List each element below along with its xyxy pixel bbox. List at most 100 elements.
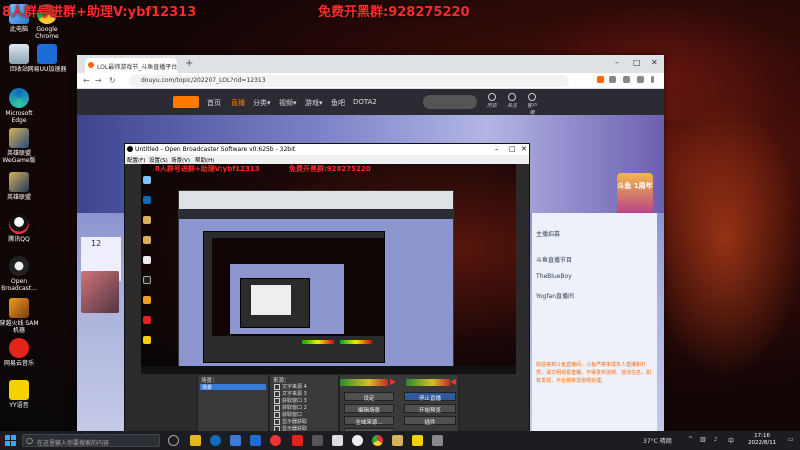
source-item[interactable]: 获取窗口 3 [274,397,307,404]
notification-icon[interactable]: ▭ [788,436,794,443]
nav-game[interactable]: 游戏▾ [305,98,323,108]
side-row[interactable]: TheBlueBoy [536,273,572,280]
new-tab-icon[interactable]: + [185,58,193,69]
netease-music-icon[interactable]: 网易云音乐 [0,338,40,367]
forward-icon[interactable]: → [95,76,102,85]
obs-menu-config[interactable]: 配置(F) [127,156,145,164]
mini-desktop-icon [143,216,151,224]
stat-number: 12 [91,239,102,248]
taskbar-search-input[interactable]: 在这里输入你要搜索的内容 [22,434,160,447]
tray-overflow-icon[interactable]: ^ [688,436,693,443]
back-icon[interactable]: ← [83,76,90,85]
side-row[interactable]: 主播招募 [536,229,560,238]
source-item[interactable]: 文字来源 3 [274,390,307,397]
desktop-mute-icon[interactable]: ▶ [390,377,399,386]
nav-category[interactable]: 分类▾ [253,98,271,108]
sources-dock: 来源： 文字来源 4 文字来源 3 获取窗口 3 获取窗口 2 获取窗口 显示器… [269,374,339,438]
nested-obs [203,231,385,363]
extension-icon[interactable] [597,76,604,83]
maximize-icon[interactable]: □ [633,58,641,67]
mini-desktop-icon [143,236,151,244]
controls-dock: ▶ ◀ 设定 停止直播 编辑场景 开始预览 全域来源... 插件 退出 [339,374,459,438]
app-taskbar-icon[interactable] [332,435,343,446]
global-sources-button[interactable]: 全域来源... [344,416,394,426]
obs-preview: 8人群号进群+助理V:ybf12313 免费开黑群:928275220 [141,164,516,374]
weather-widget[interactable]: 37°C 晴朗 [643,436,672,445]
settings-button[interactable]: 设定 [344,392,394,402]
yy-icon[interactable]: YY语音 [0,380,40,409]
nav-yuba[interactable]: 鱼吧 [331,98,345,108]
stop-stream-button[interactable]: 停止直播 [404,392,456,402]
reload-icon[interactable]: ↻ [109,76,116,85]
client-icon[interactable]: 客户端 [525,93,539,116]
scenes-dock: 场景： 场景 [197,374,269,438]
streamer-thumbnail[interactable] [81,271,119,313]
ime-icon[interactable]: 中 [728,436,734,445]
minimize-icon[interactable]: – [615,58,619,67]
url-input[interactable]: douyu.com/topic/202207_LOL?rid=12313 [129,75,569,87]
history-icon[interactable]: 历史 [485,93,499,109]
obs-maximize-icon[interactable]: □ [509,145,516,153]
edge-icon[interactable]: Microsoft Edge [0,88,40,124]
obs-close-icon[interactable]: ✕ [521,145,527,153]
follow-icon[interactable]: 关注 [505,93,519,109]
app-taskbar-icon[interactable] [432,435,443,446]
qq-icon[interactable]: 腾讯QQ [0,214,40,243]
music-taskbar-icon[interactable] [292,435,303,446]
windows-start-icon[interactable] [5,435,16,446]
menu-icon[interactable] [651,76,654,83]
volume-icon[interactable]: ♪ [714,436,718,443]
chrome-taskbar-icon[interactable] [372,435,383,446]
taskbar-clock[interactable]: 17:16 2022/8/11 [748,433,776,447]
mini-desktop-icon [143,176,151,184]
task-view-icon[interactable] [168,435,179,446]
mic-mute-icon[interactable]: ◀ [450,377,459,386]
close-icon[interactable]: ✕ [651,58,658,67]
side-row[interactable]: Yogfan直播间 [536,291,574,300]
mic-audio-meter [406,379,450,386]
yy-taskbar-icon[interactable] [412,435,423,446]
preview-overlay-center: 免费开黑群:928275220 [289,165,371,173]
obs-desktop-icon[interactable]: Open Broadcast... [0,256,40,292]
lol-wegame-icon[interactable]: 英雄联盟 WeGame版 [0,128,40,164]
mini-desktop-icon [143,316,151,324]
store-icon[interactable] [230,435,241,446]
source-item[interactable]: 文字来源 4 [274,383,307,390]
nav-home[interactable]: 首页 [207,98,221,108]
app-taskbar-icon[interactable] [312,435,323,446]
plugins-button[interactable]: 插件 [404,416,456,426]
nav-video[interactable]: 视频▾ [279,98,297,108]
lol-taskbar-icon[interactable] [392,435,403,446]
network-icon[interactable]: ▥ [700,436,706,443]
site-search-input[interactable] [423,95,477,109]
side-row[interactable]: 斗鱼直播节目 [536,255,572,264]
douyu-logo[interactable] [173,96,199,108]
obs-minimize-icon[interactable]: – [495,145,499,153]
browser-tab[interactable]: LOL最帅游戏节_斗鱼直播平台 [85,58,177,73]
sidebar-icon[interactable] [623,76,630,83]
mini-desktop-icon [143,196,151,204]
source-item[interactable]: 获取窗口 2 [274,404,307,411]
mini-desktop-icon [143,336,151,344]
scene-item[interactable]: 场景 [200,384,266,391]
source-item[interactable]: 获取窗口 [274,411,302,418]
stream-overlay-center: 免费开黑群:928275220 [318,5,470,20]
star-icon[interactable] [609,76,616,83]
edit-scene-button[interactable]: 编辑场景 [344,404,394,414]
file-explorer-icon[interactable] [190,435,201,446]
obs-menu-scenes[interactable]: 场景(V) [171,156,190,164]
uu-taskbar-icon[interactable] [250,435,261,446]
obs-menu-help[interactable]: 帮助(H) [195,156,214,164]
lol-icon[interactable]: 英雄联盟 [0,172,40,201]
obs-menu-settings[interactable]: 设置(S) [149,156,168,164]
uu-accelerator-icon[interactable]: 网易UU加速器 [26,44,68,73]
qq-taskbar-icon[interactable] [270,435,281,446]
obs-taskbar-icon[interactable] [352,435,363,446]
preview-button[interactable]: 开始预览 [404,404,456,414]
source-item[interactable]: 显示器获取 [274,418,307,425]
profile-icon[interactable] [637,76,644,83]
edge-taskbar-icon[interactable] [210,435,221,446]
sam-icon[interactable]: 穿越火线 SAM机器 [0,298,40,334]
nav-dota2[interactable]: DOTA2 [353,98,377,106]
nav-live[interactable]: 直播 [231,98,245,108]
